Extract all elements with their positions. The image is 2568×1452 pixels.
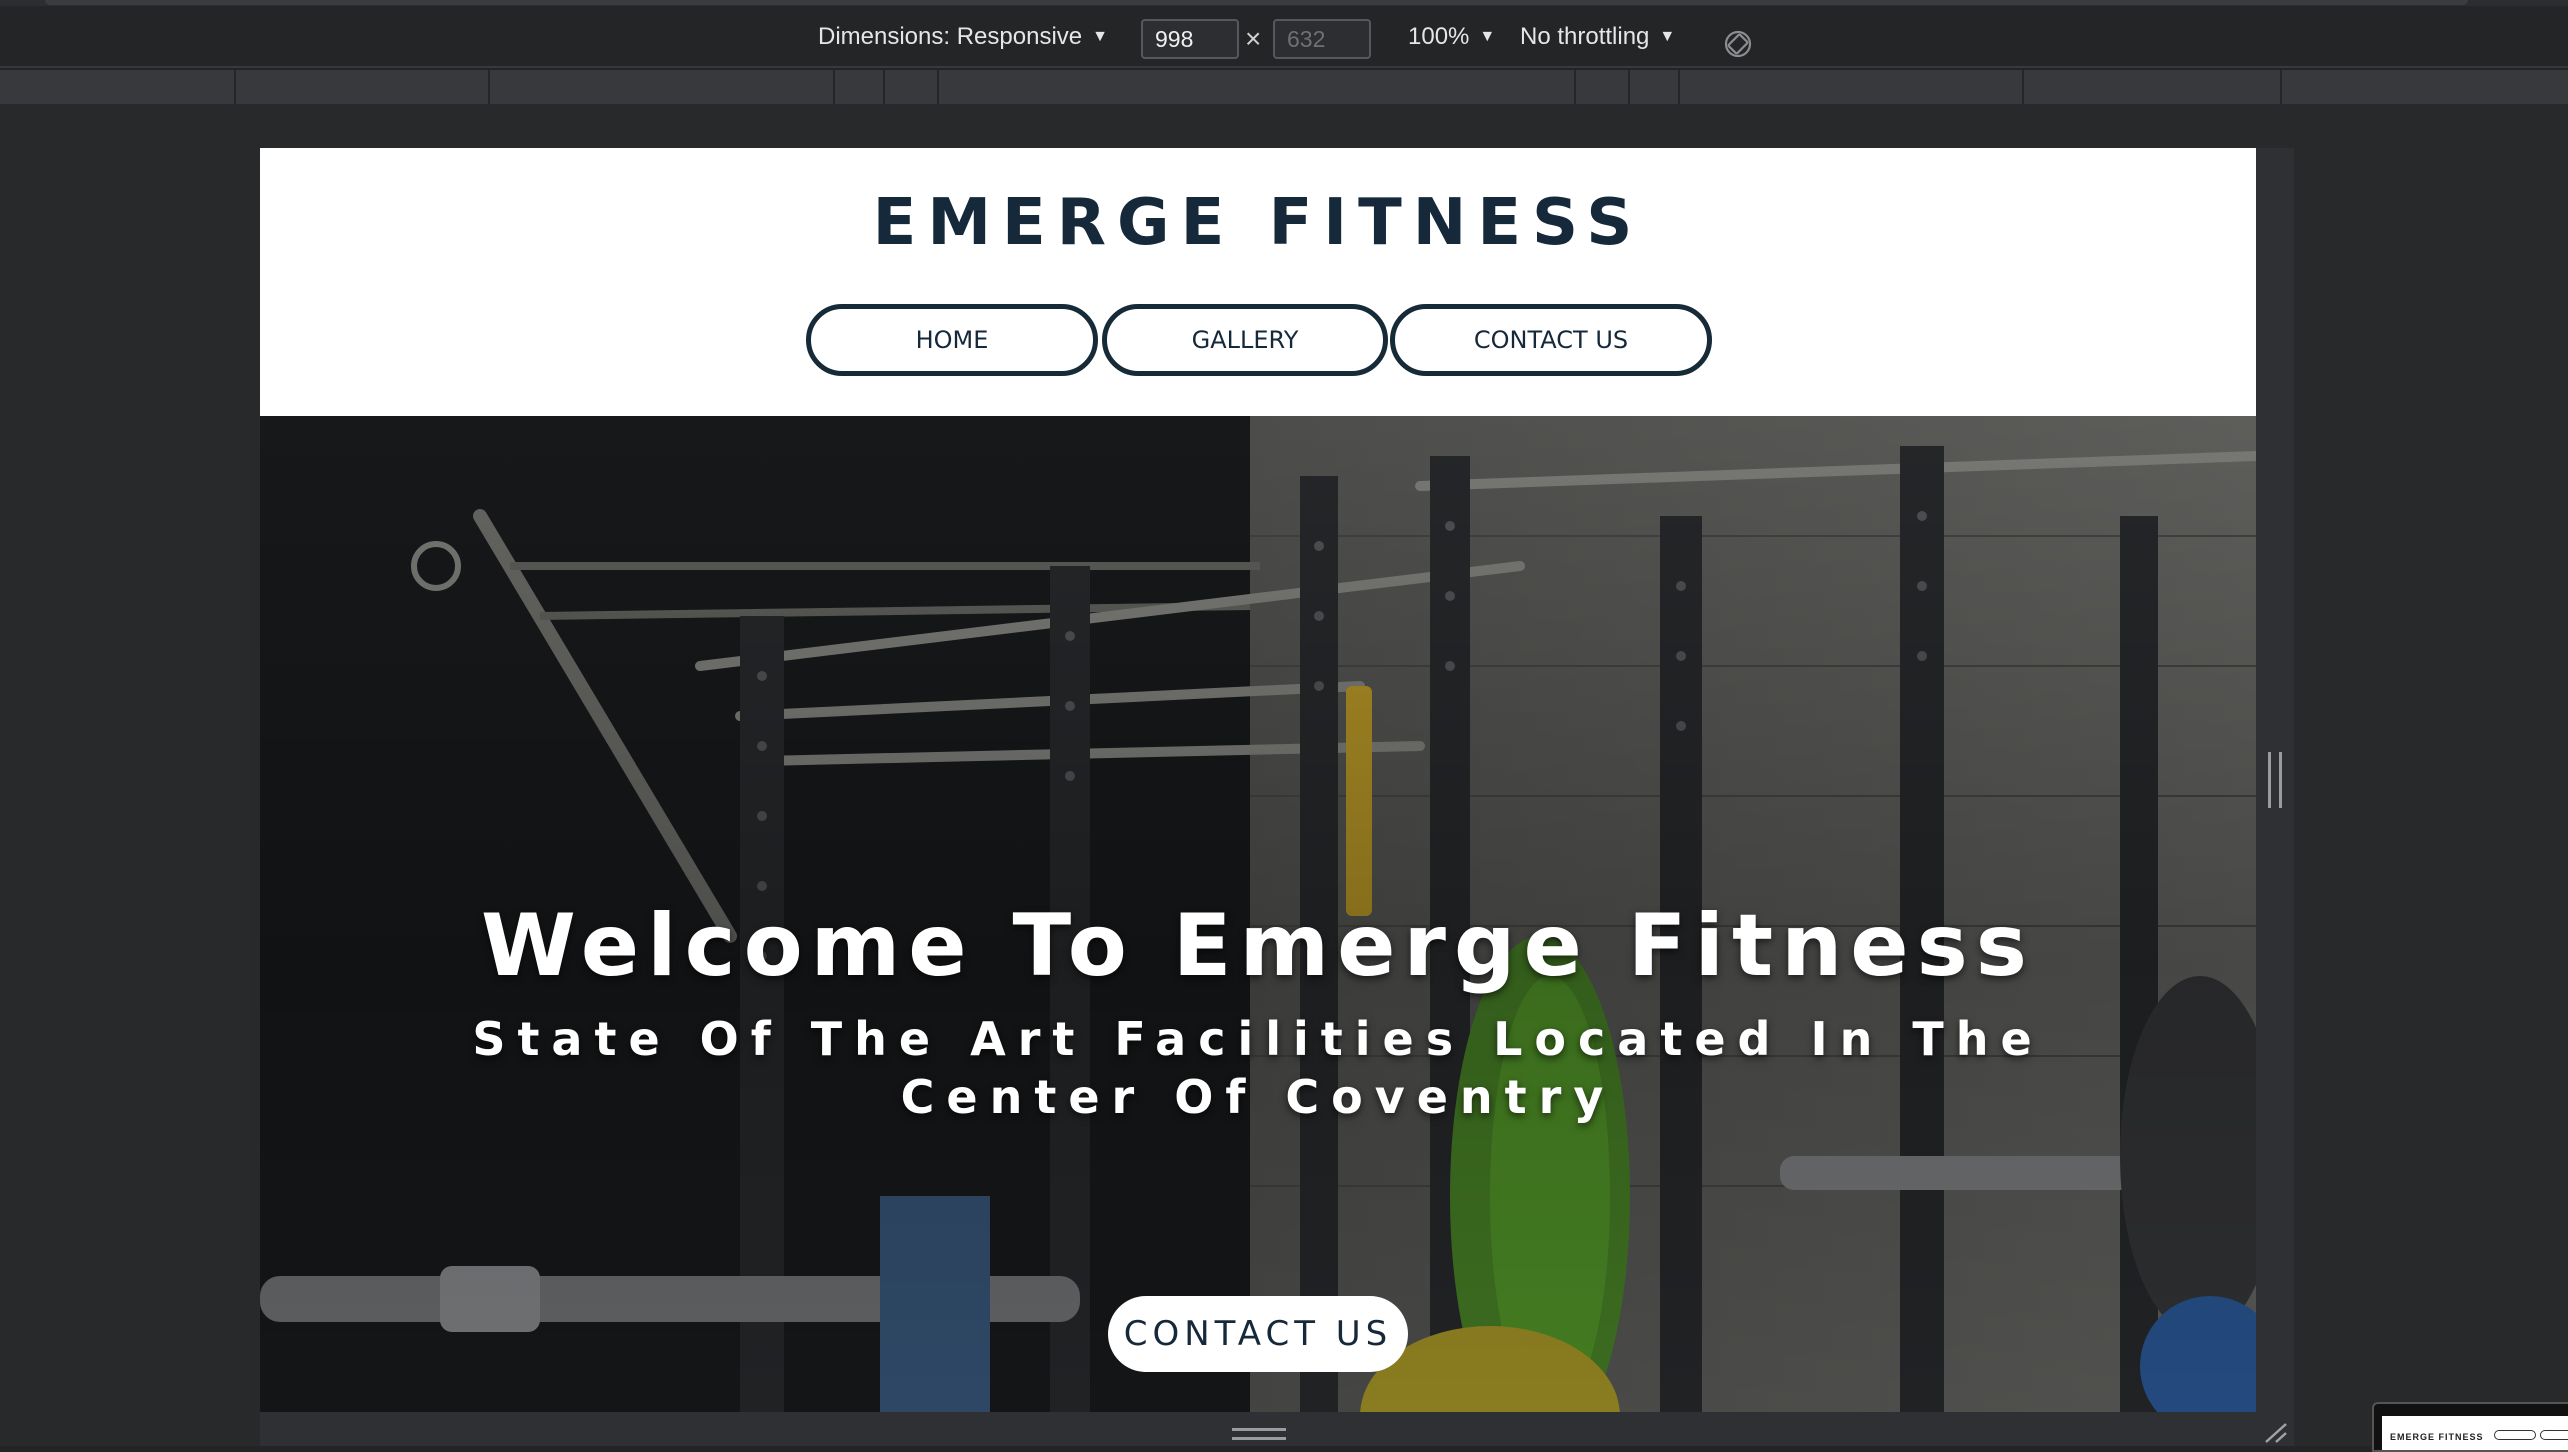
hero-title: Welcome To Emerge Fitness (481, 896, 2035, 996)
thumbnail-page: EMERGE FITNESS (2382, 1416, 2568, 1450)
emulated-viewport: EMERGE FITNESS HOME GALLERY CONTACT US W… (260, 148, 2256, 1412)
nav-contact-label: CONTACT US (1473, 326, 1629, 354)
ruler-tick (833, 70, 835, 104)
nav-home-button[interactable]: HOME (806, 304, 1098, 376)
ruler-tick (1678, 70, 1680, 104)
hero-subtitle: State Of The Art Facilities Located In T… (472, 1012, 2044, 1124)
ruler-tick (1574, 70, 1576, 104)
viewport-width-input[interactable] (1141, 19, 1239, 59)
site-title: EMERGE FITNESS (872, 186, 1644, 260)
hero-contact-button[interactable]: CONTACT US (1108, 1296, 1408, 1372)
zoom-dropdown[interactable]: 100% ▼ (1408, 18, 1495, 56)
nav-home-label: HOME (915, 326, 989, 354)
corner-resize-icon[interactable] (2262, 1420, 2290, 1444)
ruler-tick (488, 70, 490, 104)
nav-gallery-label: GALLERY (1191, 326, 1299, 354)
ruler-tick (937, 70, 939, 104)
ruler-tick (234, 70, 236, 104)
caret-down-icon: ▼ (1659, 28, 1676, 45)
ruler-tick (1628, 70, 1630, 104)
dimension-separator: × (1245, 23, 1262, 54)
nav-contact-button[interactable]: CONTACT US (1390, 304, 1712, 376)
rotate-icon[interactable] (1722, 28, 1754, 60)
device-toolbar: Dimensions: Responsive ▼ × 100% ▼ No thr… (0, 6, 2568, 68)
media-query-ruler[interactable] (0, 70, 2568, 104)
site-header: EMERGE FITNESS HOME GALLERY CONTACT US (260, 148, 2256, 416)
throttling-dropdown[interactable]: No throttling ▼ (1520, 18, 1675, 56)
resize-grip-icon[interactable] (1232, 1428, 1286, 1440)
page-thumbnail[interactable]: EMERGE FITNESS (2372, 1402, 2568, 1452)
caret-down-icon: ▼ (1092, 28, 1108, 45)
nav-gallery-button[interactable]: GALLERY (1102, 304, 1388, 376)
resize-grip-icon[interactable] (2268, 752, 2282, 808)
hero-section: Welcome To Emerge Fitness State Of The A… (260, 416, 2256, 1412)
dimensions-dropdown[interactable]: Dimensions: Responsive ▼ (818, 18, 1108, 56)
ruler-tick (2280, 70, 2282, 104)
viewport-height-input[interactable] (1273, 19, 1371, 59)
zoom-label: 100% (1408, 23, 1470, 50)
caret-down-icon: ▼ (1479, 28, 1496, 45)
thumbnail-title: EMERGE FITNESS (2390, 1432, 2484, 1442)
thumbnail-nav-pill (2540, 1430, 2568, 1440)
thumbnail-nav-pill (2494, 1430, 2536, 1440)
dimensions-label: Dimensions: Responsive (818, 23, 1083, 50)
ruler-tick (2022, 70, 2024, 104)
throttling-label: No throttling (1520, 23, 1650, 50)
hero-contact-label: CONTACT US (1123, 1314, 1393, 1354)
ruler-tick (883, 70, 885, 104)
